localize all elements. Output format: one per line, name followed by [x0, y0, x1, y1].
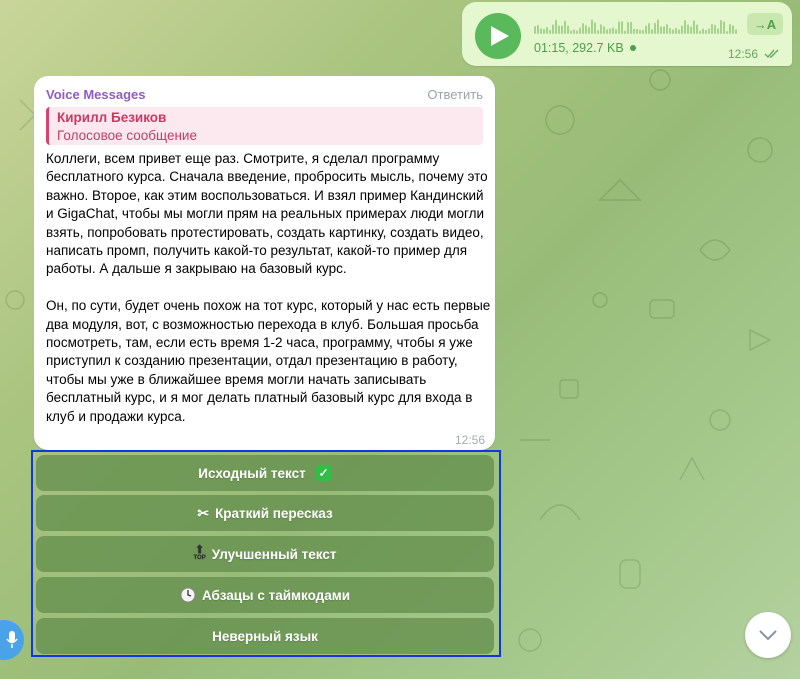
bot-message: Voice Messages Ответить Кирилл Безиков Г…	[34, 76, 495, 450]
voice-timestamp: 12:56	[728, 47, 780, 61]
keyboard-button-summary[interactable]: ✂ Краткий пересказ	[36, 495, 494, 531]
keyboard-button-improved-text[interactable]: ⬆ TOP Улучшенный текст	[36, 536, 494, 572]
reply-quote[interactable]: Кирилл Безиков Голосовое сообщение	[46, 107, 483, 145]
chevron-down-icon	[759, 630, 777, 641]
scroll-down-button[interactable]	[745, 612, 791, 658]
sender-name[interactable]: Voice Messages	[46, 87, 145, 102]
keyboard-button-label: Исходный текст	[198, 465, 306, 481]
transcribe-button[interactable]: →A	[747, 13, 783, 35]
scissors-icon: ✂	[197, 504, 210, 521]
message-time: 12:56	[454, 433, 485, 447]
microphone-button[interactable]	[0, 620, 24, 660]
top-arrow-icon: ⬆ TOP	[193, 544, 206, 562]
keyboard-button-label: Краткий пересказ	[215, 505, 333, 521]
voice-duration-size: 01:15, 292.7 KB	[534, 41, 624, 55]
quote-author: Кирилл Безиков	[57, 110, 167, 125]
keyboard-button-timecodes[interactable]: Абзацы с таймкодами	[36, 577, 494, 613]
message-text: Коллеги, всем привет еще раз. Смотрите, …	[46, 151, 491, 424]
voice-time: 12:56	[727, 47, 758, 61]
check-mark-icon: ✓	[315, 465, 332, 481]
keyboard-button-wrong-language[interactable]: Неверный язык	[36, 618, 494, 654]
outgoing-voice-message: →A 01:15, 292.7 KB 12:56	[462, 2, 792, 66]
clock-icon	[180, 587, 196, 603]
transcribe-label: →A	[753, 16, 777, 32]
reply-button[interactable]: Ответить	[427, 87, 483, 102]
keyboard-button-label: Абзацы с таймкодами	[201, 587, 351, 603]
keyboard-button-label: Неверный язык	[212, 628, 318, 644]
voice-waveform[interactable]	[534, 16, 739, 34]
play-button[interactable]	[475, 13, 521, 59]
keyboard-button-label: Улучшенный текст	[211, 546, 337, 562]
microphone-icon	[6, 631, 18, 648]
play-icon	[491, 26, 509, 46]
unplayed-dot	[629, 45, 636, 51]
quote-text: Голосовое сообщение	[57, 128, 197, 143]
keyboard-button-original-text[interactable]: Исходный текст ✓	[36, 455, 494, 491]
voice-meta: 01:15, 292.7 KB	[534, 41, 636, 55]
double-check-icon	[764, 49, 779, 59]
